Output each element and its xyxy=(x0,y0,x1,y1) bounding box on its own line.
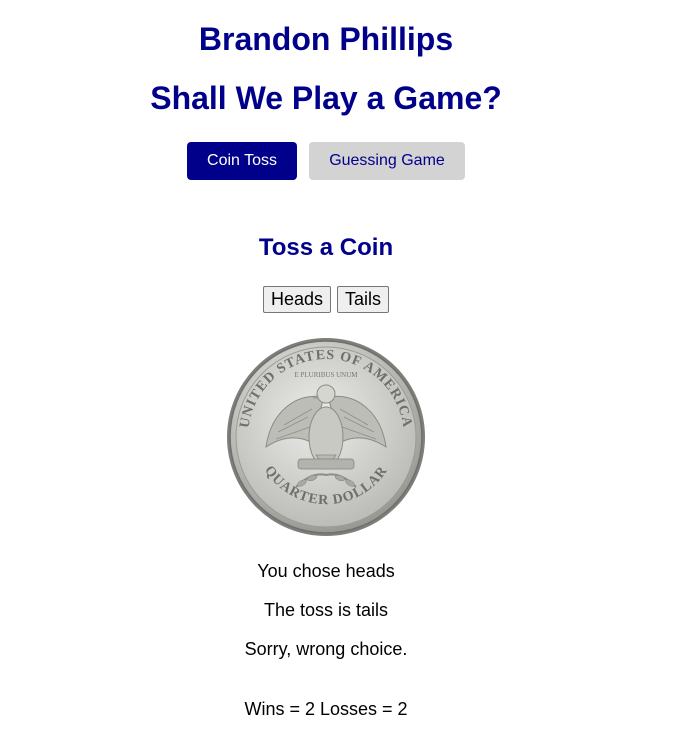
coin-toss-button[interactable]: Coin Toss xyxy=(187,142,297,180)
choice-result-text: You chose heads xyxy=(257,561,395,581)
game-nav: Coin Toss Guessing Game xyxy=(0,142,652,180)
choice-buttons: Heads Tails xyxy=(0,286,652,313)
coin-motto: E PLURIBUS UNUM xyxy=(294,371,358,379)
author-name: Brandon Phillips xyxy=(198,21,454,57)
section-title: Toss a Coin xyxy=(258,234,394,261)
tails-button[interactable]: Tails xyxy=(337,286,390,313)
page-title: Shall We Play a Game? xyxy=(150,80,502,116)
quarter-tails-icon: UNITED STATES OF AMERICA QUARTER DOLLAR … xyxy=(226,337,426,537)
outcome-text: Sorry, wrong choice. xyxy=(244,639,408,659)
coin-image: UNITED STATES OF AMERICA QUARTER DOLLAR … xyxy=(227,338,425,536)
score-text: Wins = 2 Losses = 2 xyxy=(244,699,408,719)
page: Brandon Phillips Shall We Play a Game? C… xyxy=(0,0,652,756)
toss-result-text: The toss is tails xyxy=(263,600,389,620)
guessing-game-button[interactable]: Guessing Game xyxy=(309,142,465,180)
heads-button[interactable]: Heads xyxy=(262,286,331,313)
